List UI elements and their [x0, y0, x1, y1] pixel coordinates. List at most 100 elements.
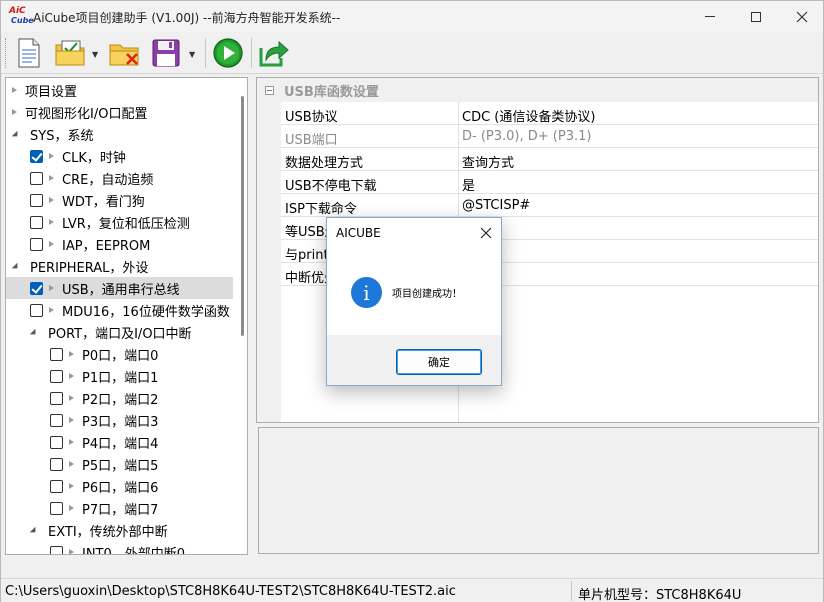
tree-scroll-thumb[interactable] [241, 96, 244, 336]
tree-item-label: CRE，自动追频 [62, 172, 154, 188]
tree-item[interactable]: P2口，端口2 [6, 387, 233, 409]
tree-item[interactable]: 项目设置 [6, 79, 233, 101]
tree-item-label: P5口，端口5 [82, 458, 159, 474]
tree-checkbox[interactable] [50, 391, 63, 405]
tree-item[interactable]: P0口，端口0 [6, 343, 233, 365]
property-row[interactable]: 数据处理方式 查询方式 [281, 148, 818, 171]
tree-expand-icon[interactable] [11, 130, 21, 140]
tree-item[interactable]: P1口，端口1 [6, 365, 233, 387]
save-dropdown-arrow[interactable]: ▼ [189, 50, 195, 59]
tree-expand-icon[interactable] [29, 526, 39, 536]
property-value[interactable]: 是 [462, 175, 475, 194]
tree-item[interactable]: USB，通用串行总线 [6, 277, 233, 299]
tree-item[interactable]: 可视图形化I/O口配置 [6, 101, 233, 123]
tree-checkbox[interactable] [50, 457, 63, 471]
property-name: USB协议 [285, 110, 338, 125]
tree-checkbox[interactable] [50, 413, 63, 427]
tree-item[interactable]: MDU16，16位硬件数学函数 [6, 299, 233, 321]
status-bar: C:\Users\guoxin\Desktop\STC8H8K64U-TEST2… [1, 578, 823, 602]
open-project-button[interactable] [53, 37, 89, 69]
tree-leaf-arrow-icon [69, 417, 74, 423]
close-project-button[interactable] [107, 37, 143, 69]
property-value[interactable]: D- (P3.0), D+ (P3.1) [462, 129, 591, 144]
collapse-icon[interactable] [265, 85, 274, 95]
close-folder-icon [109, 44, 139, 66]
tree-item[interactable]: P4口，端口4 [6, 431, 233, 453]
property-value[interactable]: CDC (通信设备类协议) [462, 106, 595, 125]
tree-checkbox[interactable] [50, 501, 63, 515]
module-tree[interactable]: INT0，外部中断0 EXTI，传统外部中断 P7口，端口7 P6口，端口6 P5口，端… [5, 77, 248, 555]
property-row[interactable]: USB协议 CDC (通信设备类协议) [281, 102, 818, 125]
tree-item[interactable]: P5口，端口5 [6, 453, 233, 475]
tree-item[interactable]: LVR，复位和低压检测 [6, 211, 233, 233]
tree-leaf-arrow-icon [69, 505, 74, 511]
tree-scrollbar[interactable] [238, 78, 247, 554]
dialog-message: 项目创建成功！ [392, 289, 462, 300]
property-value[interactable]: @STCISP# [462, 198, 530, 213]
tree-checkbox[interactable] [30, 171, 43, 185]
property-row[interactable]: USB端口 D- (P3.0), D+ (P3.1) [281, 125, 818, 148]
new-document-icon [18, 38, 40, 68]
tree-checkbox[interactable] [50, 479, 63, 493]
tree-item-label: 项目设置 [25, 84, 78, 100]
tree-item[interactable]: P7口，端口7 [6, 497, 233, 519]
open-dropdown-arrow[interactable]: ▼ [92, 50, 98, 59]
new-project-button[interactable] [13, 37, 45, 69]
tree-checkbox[interactable] [50, 545, 63, 554]
tree-item-label: P4口，端口4 [82, 436, 159, 452]
tree-checkbox[interactable] [30, 281, 43, 295]
tree-leaf-arrow-icon [69, 351, 74, 357]
property-value[interactable]: 查询方式 [462, 152, 514, 171]
status-project-path: C:\Users\guoxin\Desktop\STC8H8K64U-TEST2… [5, 584, 456, 599]
tree-checkbox[interactable] [30, 193, 43, 207]
property-description-panel [258, 427, 819, 554]
export-button[interactable] [257, 37, 291, 69]
tree-leaf-arrow-icon [69, 483, 74, 489]
tree-checkbox[interactable] [30, 215, 43, 229]
tree-checkbox[interactable] [50, 347, 63, 361]
tree-item[interactable]: SYS，系统 [6, 123, 233, 145]
toolbar-grip [5, 38, 8, 68]
tree-item[interactable]: PORT，端口及I/O口中断 [6, 321, 233, 343]
tree-item[interactable]: P6口，端口6 [6, 475, 233, 497]
tree-leaf-arrow-icon [69, 549, 74, 554]
tree-expand-icon[interactable] [29, 328, 39, 338]
property-section-header[interactable]: USB库函数设置 [257, 78, 818, 102]
dialog-body: i 项目创建成功！ [327, 248, 501, 335]
save-project-button[interactable] [149, 37, 183, 69]
tree-item-label: MDU16，16位硬件数学函数 [62, 304, 230, 320]
tree-checkbox[interactable] [30, 303, 43, 317]
tree-item[interactable]: IAP，EEPROM [6, 233, 233, 255]
property-row[interactable]: ISP下载命令 @STCISP# [281, 194, 818, 217]
app-logo-line2: Cube [11, 16, 34, 25]
tree-checkbox[interactable] [50, 369, 63, 383]
tree-leaf-arrow-icon [49, 219, 54, 225]
tree-item-label: CLK，时钟 [62, 150, 126, 166]
toolbar: ▼ ▼ [1, 32, 823, 74]
tree-item[interactable]: WDT，看门狗 [6, 189, 233, 211]
tree-checkbox[interactable] [30, 149, 43, 163]
run-generate-button[interactable] [211, 37, 245, 69]
dialog-footer: 确定 [327, 335, 501, 385]
maximize-button[interactable] [733, 1, 779, 32]
tree-item[interactable]: EXTI，传统外部中断 [6, 519, 233, 541]
close-window-button[interactable] [779, 1, 824, 32]
dialog-close-button[interactable] [475, 222, 497, 244]
tree-item[interactable]: CRE，自动追频 [6, 167, 233, 189]
toolbar-separator [251, 38, 252, 68]
property-gutter [257, 102, 281, 422]
tree-item[interactable]: INT0，外部中断0 [6, 541, 233, 554]
tree-checkbox[interactable] [50, 435, 63, 449]
tree-expand-icon[interactable] [11, 262, 21, 272]
tree-leaf-arrow-icon [49, 307, 54, 313]
minimize-button[interactable] [687, 1, 733, 32]
ok-button[interactable]: 确定 [396, 349, 482, 375]
property-row[interactable]: USB不停电下载 是 [281, 171, 818, 194]
tree-item-label: SYS，系统 [30, 128, 94, 144]
tree-checkbox[interactable] [30, 237, 43, 251]
tree-item[interactable]: CLK，时钟 [6, 145, 233, 167]
tree-item-label: P6口，端口6 [82, 480, 159, 496]
tree-item[interactable]: P3口，端口3 [6, 409, 233, 431]
status-mcu-model: 单片机型号：STC8H8K64U [578, 588, 742, 602]
tree-item[interactable]: PERIPHERAL，外设 [6, 255, 233, 277]
